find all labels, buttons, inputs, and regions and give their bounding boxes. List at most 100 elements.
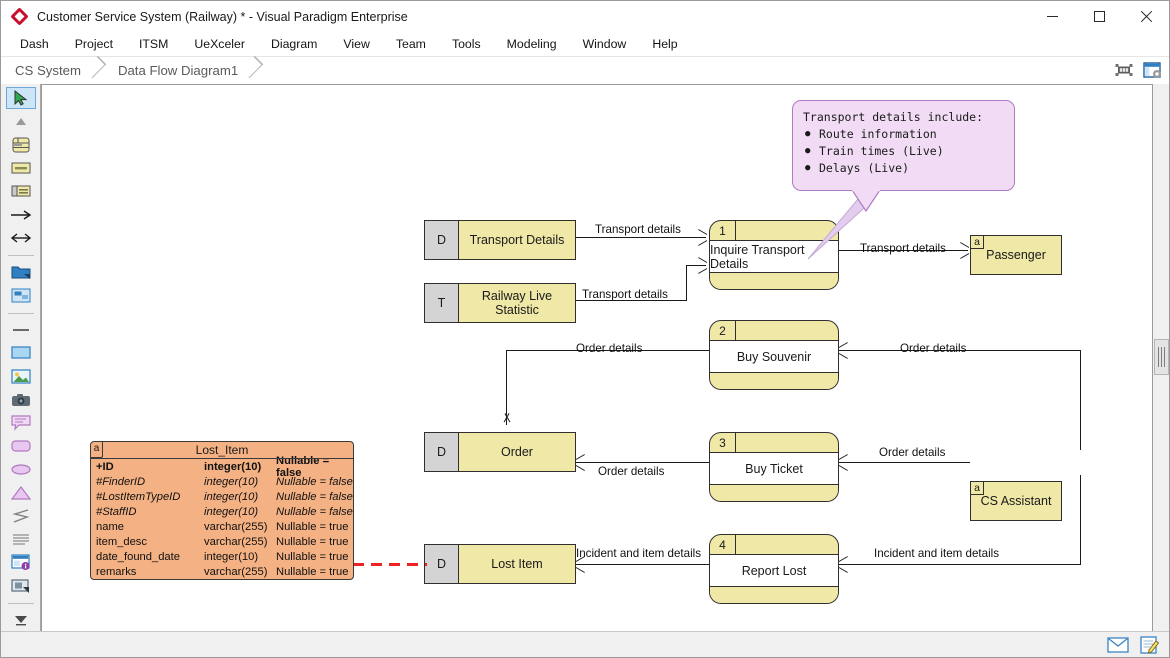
column-nullable: Nullable = false <box>276 490 353 503</box>
note-connector <box>807 198 876 260</box>
data-store-lost-item[interactable]: D Lost Item <box>424 544 576 584</box>
polyline-shape-tool[interactable] <box>6 505 36 527</box>
column-type: integer(10) <box>204 550 259 563</box>
rounded-rectangle-tool[interactable] <box>6 435 36 457</box>
zoom-collapse-tool[interactable] <box>6 110 36 132</box>
ellipse-shape-tool[interactable] <box>6 458 36 480</box>
text-lines-tool[interactable] <box>6 528 36 550</box>
entity-lost-item[interactable]: a Lost_Item +ID integer(10) Nullable = f… <box>90 441 354 580</box>
subdiagram-tool[interactable] <box>6 284 36 306</box>
flow-label: Order details <box>879 446 946 459</box>
close-button[interactable] <box>1123 1 1169 32</box>
menu-item-team[interactable]: Team <box>383 34 439 54</box>
package-shape-tool[interactable] <box>6 261 36 283</box>
column-name: remarks <box>96 565 137 578</box>
breadcrumb-item-cs-system[interactable]: CS System <box>1 57 104 84</box>
breadcrumb-label: Data Flow Diagram1 <box>117 63 239 78</box>
flow-line <box>1080 475 1081 564</box>
fit-to-window-icon[interactable] <box>1113 59 1135 81</box>
more-tools-icon[interactable] <box>6 609 36 631</box>
menu-item-view[interactable]: View <box>330 34 382 54</box>
arrowhead-icon <box>839 456 850 469</box>
menu-item-modeling[interactable]: Modeling <box>494 34 570 54</box>
open-specification-icon[interactable] <box>1141 59 1163 81</box>
data-store-railway-live-statistic[interactable]: T Railway Live Statistic <box>424 283 576 323</box>
menu-item-project[interactable]: Project <box>62 34 126 54</box>
mail-icon[interactable] <box>1106 635 1130 655</box>
entity-column-row: date_found_date integer(10) Nullable = t… <box>91 549 353 564</box>
entity-column-row: +ID integer(10) Nullable = false <box>91 455 353 479</box>
diagram-canvas[interactable]: Transport details Transport details Tran… <box>41 84 1153 632</box>
pointer-select-tool[interactable] <box>5 87 36 110</box>
rectangle-shape-tool[interactable] <box>6 342 36 364</box>
entity-header: a Lost_Item <box>91 442 353 459</box>
image-shape-tool[interactable] <box>6 365 36 387</box>
note-transport-details[interactable]: Transport details include: Route informa… <box>792 100 1015 191</box>
status-bar <box>1 631 1169 657</box>
edit-document-icon[interactable] <box>1137 635 1161 655</box>
menu-item-uexceler[interactable]: UeXceler <box>181 34 258 54</box>
data-store-transport-details[interactable]: D Transport Details <box>424 220 576 260</box>
external-entity-passenger[interactable]: a Passenger <box>970 235 1062 275</box>
flow-line <box>576 564 710 565</box>
annotation-stamp-tool[interactable] <box>6 575 36 597</box>
chevron-right-icon <box>88 57 104 84</box>
process-label: Buy Ticket <box>710 453 838 485</box>
arrowhead-icon <box>697 259 708 272</box>
association-link[interactable] <box>353 563 427 566</box>
column-name: name <box>96 520 124 533</box>
data-store-shape-tool[interactable] <box>6 180 36 202</box>
flow-label: Order details <box>900 342 967 355</box>
splitter-grip[interactable] <box>1154 339 1169 375</box>
chevron-right-icon <box>245 57 261 84</box>
documentation-pane-tool[interactable] <box>6 551 36 573</box>
menu-item-diagram[interactable]: Diagram <box>258 34 330 54</box>
menu-item-tools[interactable]: Tools <box>439 34 494 54</box>
process-number-row: 3 <box>710 433 838 453</box>
menu-item-window[interactable]: Window <box>570 34 640 54</box>
flow-line <box>1080 350 1081 450</box>
process-label: Report Lost <box>710 555 838 587</box>
process-number: 4 <box>710 535 736 554</box>
external-entity-cs-assistant[interactable]: a CS Assistant <box>970 481 1062 521</box>
column-name: #StaffID <box>96 505 137 518</box>
menu-item-itsm[interactable]: ITSM <box>126 34 181 54</box>
external-entity-shape-tool[interactable] <box>6 157 36 179</box>
menu-item-help[interactable]: Help <box>639 34 690 54</box>
triangle-shape-tool[interactable] <box>6 481 36 503</box>
process-number: 1 <box>710 221 736 240</box>
breadcrumb-label: CS System <box>15 63 81 78</box>
flow-label: Transport details <box>582 288 668 301</box>
breadcrumb-item-data-flow-diagram1[interactable]: Data Flow Diagram1 <box>104 57 261 84</box>
vp-diamond-logo-icon <box>10 6 29 26</box>
bidirectional-flow-tool[interactable] <box>6 227 36 249</box>
process-buy-ticket[interactable]: 3 Buy Ticket <box>709 432 839 502</box>
process-footer <box>710 485 838 501</box>
process-footer <box>710 587 838 603</box>
entity-column-row: #StaffID integer(10) Nullable = false <box>91 504 353 519</box>
flow-label: Incident and item details <box>576 547 702 560</box>
maximize-button[interactable] <box>1076 1 1122 32</box>
screen-capture-tool[interactable] <box>6 388 36 410</box>
process-buy-souvenir[interactable]: 2 Buy Souvenir <box>709 320 839 390</box>
callout-note-tool[interactable] <box>6 412 36 434</box>
breadcrumb: CS System Data Flow Diagram1 <box>1 57 1169 84</box>
menu-item-dash[interactable]: Dash <box>7 34 62 54</box>
data-store-letter: T <box>425 284 459 322</box>
process-report-lost[interactable]: 4 Report Lost <box>709 534 839 604</box>
data-flow-connector-tool[interactable] <box>6 204 36 226</box>
column-type: integer(10) <box>204 460 262 473</box>
flow-label: Transport details <box>595 223 681 236</box>
window-title: Customer Service System (Railway) * - Vi… <box>37 9 408 24</box>
process-footer <box>710 373 838 389</box>
minimize-button[interactable] <box>1029 1 1075 32</box>
column-name: item_desc <box>96 535 147 548</box>
process-shape-tool[interactable] <box>6 134 36 156</box>
data-store-order[interactable]: D Order <box>424 432 576 472</box>
line-shape-tool[interactable] <box>6 319 36 341</box>
process-number: 3 <box>710 433 736 452</box>
column-nullable: Nullable = true <box>276 535 349 548</box>
column-name: #LostItemTypeID <box>96 490 181 503</box>
entity-column-row: item_desc varchar(255) Nullable = true <box>91 534 353 549</box>
toolbar-divider <box>7 255 34 257</box>
